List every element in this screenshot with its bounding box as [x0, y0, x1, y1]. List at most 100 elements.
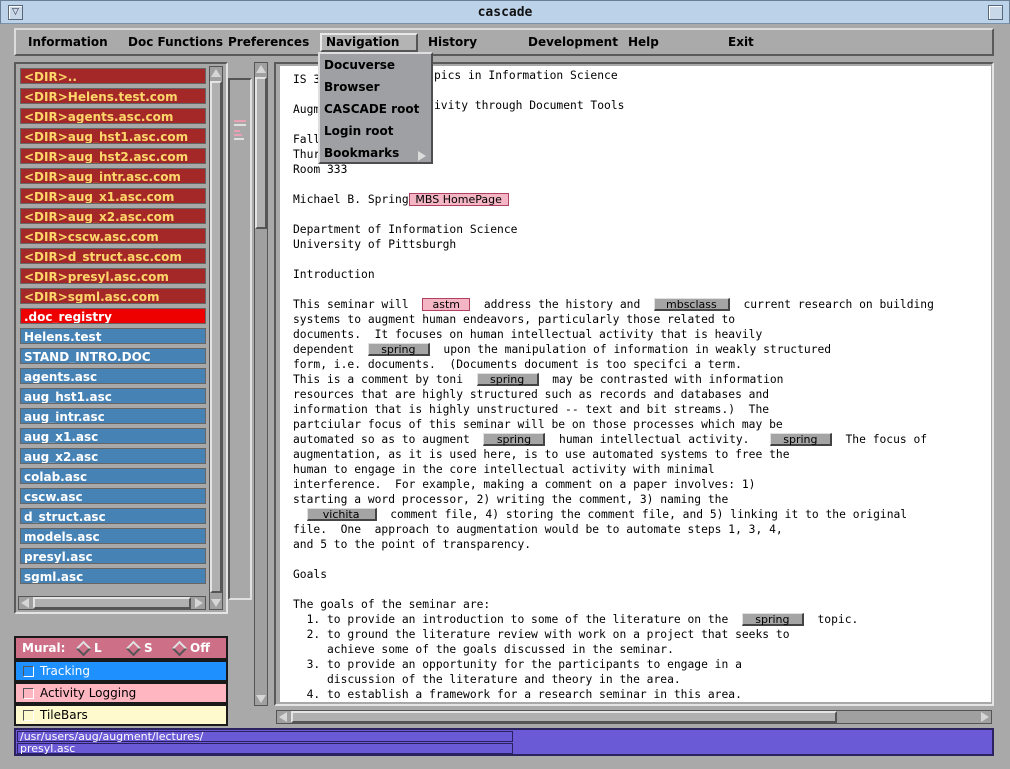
- scroll-down-icon[interactable]: [211, 599, 221, 607]
- nav-item-cascade-root[interactable]: CASCADE root: [324, 100, 419, 118]
- document-item[interactable]: cscw.asc: [20, 488, 206, 504]
- mural-scrollbar[interactable]: [254, 62, 268, 706]
- annotation-link[interactable]: spring: [483, 433, 546, 446]
- menubar: Information Doc Functions Preferences Na…: [14, 28, 994, 56]
- document-text-run: may be contrasted with information: [538, 373, 784, 386]
- annotation-link[interactable]: spring: [476, 373, 539, 386]
- menu-development[interactable]: Development: [524, 33, 622, 52]
- nav-item-bookmarks[interactable]: Bookmarks: [324, 144, 399, 162]
- mural-option-s[interactable]: S: [144, 638, 153, 658]
- directory-item[interactable]: <DIR>Helens.test.com: [20, 88, 206, 104]
- document-item[interactable]: colab.asc: [20, 468, 206, 484]
- document-line: Michael B. Spring MBS HomePage: [293, 192, 934, 207]
- menu-navigation[interactable]: Navigation: [320, 33, 418, 52]
- document-item[interactable]: d_struct.asc: [20, 508, 206, 524]
- tilebars-toggle[interactable]: TileBars: [14, 704, 228, 726]
- directory-item[interactable]: <DIR>aug_x1.asc.com: [20, 188, 206, 204]
- scroll-up-icon[interactable]: [256, 65, 266, 73]
- file-list-scroll-thumb[interactable]: [210, 81, 222, 593]
- activity-logging-toggle[interactable]: Activity Logging: [14, 682, 228, 704]
- document-hscrollbar[interactable]: [276, 710, 992, 724]
- activity-logging-checkbox[interactable]: [23, 688, 34, 699]
- directory-item[interactable]: <DIR>aug_hst1.asc.com: [20, 128, 206, 144]
- mural-radio-l[interactable]: [75, 640, 92, 657]
- document-item[interactable]: sgml.asc: [20, 568, 206, 584]
- directory-item[interactable]: <DIR>agents.asc.com: [20, 108, 206, 124]
- document-item[interactable]: aug_x1.asc: [20, 428, 206, 444]
- mural-option-off[interactable]: Off: [190, 638, 210, 658]
- document-item[interactable]: models.asc: [20, 528, 206, 544]
- menu-information[interactable]: Information: [24, 33, 112, 52]
- menu-preferences[interactable]: Preferences: [224, 33, 313, 52]
- document-line: documents. It focuses on human intellect…: [293, 327, 934, 342]
- tracking-checkbox[interactable]: [23, 666, 34, 677]
- annotation-link[interactable]: spring: [367, 343, 430, 356]
- mural-radio-off[interactable]: [171, 640, 188, 657]
- directory-item[interactable]: <DIR>aug_hst2.asc.com: [20, 148, 206, 164]
- document-text-run: The goals of the seminar are:: [293, 598, 491, 611]
- document-line: interference. For example, making a comm…: [293, 477, 934, 492]
- scroll-left-icon[interactable]: [279, 712, 287, 722]
- directory-item[interactable]: <DIR>d_struct.asc.com: [20, 248, 206, 264]
- nav-item-browser[interactable]: Browser: [324, 78, 380, 96]
- file-list-scrollbar[interactable]: [209, 66, 223, 610]
- menu-doc-functions[interactable]: Doc Functions: [124, 33, 227, 52]
- document-text-run: pics in Information Science: [434, 69, 618, 82]
- document-text-run: augmentation, as it is used here, is to …: [293, 448, 790, 461]
- document-line: University of Pittsburgh: [293, 237, 934, 252]
- mural-radio-s[interactable]: [125, 640, 142, 657]
- tilebars-checkbox[interactable]: [23, 710, 34, 721]
- directory-item[interactable]: <DIR>..: [20, 68, 206, 84]
- document-hscroll-thumb[interactable]: [291, 711, 837, 723]
- document-item[interactable]: STAND_INTRO.DOC: [20, 348, 206, 364]
- annotation-link[interactable]: spring: [769, 433, 832, 446]
- annotation-link[interactable]: vichita: [306, 508, 377, 521]
- directory-item[interactable]: <DIR>aug_x2.asc.com: [20, 208, 206, 224]
- document-line: automated so as to augment spring human …: [293, 432, 934, 447]
- directory-item[interactable]: <DIR>sgml.asc.com: [20, 288, 206, 304]
- mural-mark: [234, 120, 246, 122]
- document-line: resources that are highly structured suc…: [293, 387, 934, 402]
- document-item[interactable]: aug_hst1.asc: [20, 388, 206, 404]
- document-line: information that is highly unstructured …: [293, 402, 934, 417]
- scroll-right-icon[interactable]: [195, 598, 203, 608]
- file-list: <DIR>.. <DIR>Helens.test.com <DIR>agents.a…: [20, 68, 206, 588]
- file-list-hscrollbar[interactable]: [18, 596, 206, 610]
- registry-item[interactable]: .doc_registry: [20, 308, 206, 324]
- scroll-left-icon[interactable]: [21, 598, 29, 608]
- document-item[interactable]: agents.asc: [20, 368, 206, 384]
- directory-item[interactable]: <DIR>cscw.asc.com: [20, 228, 206, 244]
- document-item[interactable]: aug_intr.asc: [20, 408, 206, 424]
- mural-option-l[interactable]: L: [94, 638, 102, 658]
- document-mural[interactable]: [228, 78, 252, 600]
- annotation-link[interactable]: mbsclass: [653, 298, 730, 311]
- directory-item[interactable]: <DIR>aug_intr.asc.com: [20, 168, 206, 184]
- scroll-down-icon[interactable]: [256, 695, 266, 703]
- mural-scroll-thumb[interactable]: [255, 77, 267, 229]
- nav-item-docuverse[interactable]: Docuverse: [324, 56, 395, 74]
- file-browser-panel: <DIR>.. <DIR>Helens.test.com <DIR>agents.a…: [14, 62, 228, 614]
- scroll-right-icon[interactable]: [981, 712, 989, 722]
- annotation-link[interactable]: astm: [422, 298, 471, 311]
- document-item[interactable]: aug_x2.asc: [20, 448, 206, 464]
- window-title: cascade: [477, 5, 533, 20]
- tracking-toggle[interactable]: Tracking: [14, 660, 228, 682]
- document-item[interactable]: Helens.test: [20, 328, 206, 344]
- directory-item[interactable]: <DIR>presyl.asc.com: [20, 268, 206, 284]
- menu-help[interactable]: Help: [624, 33, 663, 52]
- menu-exit[interactable]: Exit: [724, 33, 758, 52]
- window-maximize-button[interactable]: [988, 5, 1003, 20]
- document-line: This is a comment by toni spring may be …: [293, 372, 934, 387]
- document-text-run: discussion of the literature and theory …: [293, 673, 681, 686]
- document-text-run: documents. It focuses on human intellect…: [293, 328, 763, 341]
- annotation-link[interactable]: spring: [741, 613, 804, 626]
- document-item[interactable]: presyl.asc: [20, 548, 206, 564]
- annotation-link[interactable]: MBS HomePage: [408, 193, 509, 206]
- file-list-hscroll-thumb[interactable]: [33, 597, 191, 609]
- document-text-run: This is a comment by toni: [293, 373, 477, 386]
- scroll-up-icon[interactable]: [211, 69, 221, 77]
- nav-item-login-root[interactable]: Login root: [324, 122, 393, 140]
- menu-history[interactable]: History: [424, 33, 481, 52]
